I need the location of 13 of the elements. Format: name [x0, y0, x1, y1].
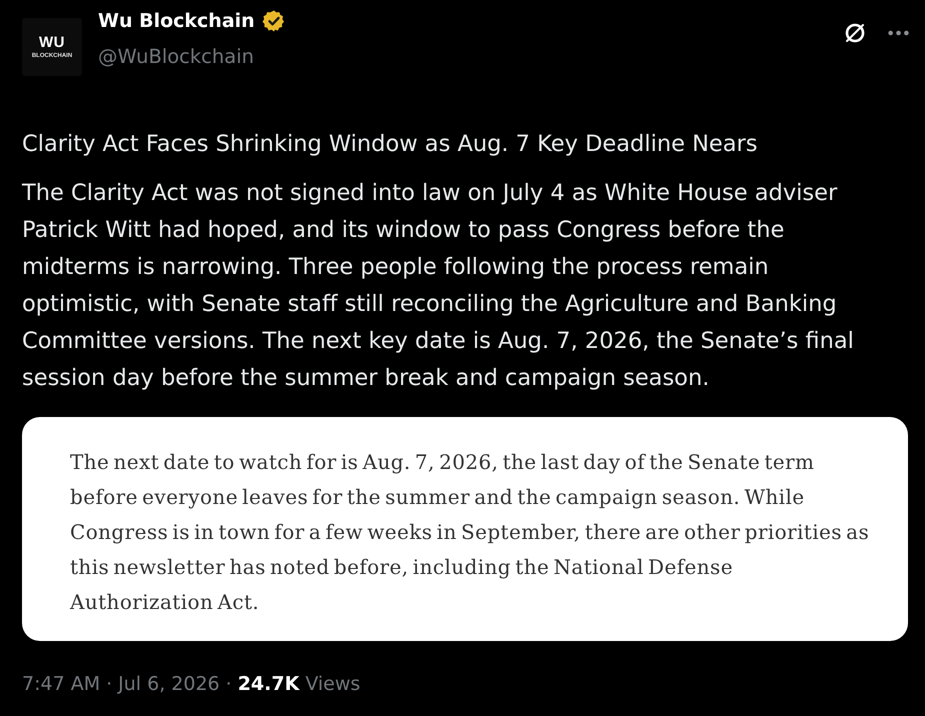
separator-dot: · [226, 672, 232, 697]
author-handle[interactable]: @WuBlockchain [98, 44, 286, 70]
post-date[interactable]: Jul 6, 2026 [118, 671, 220, 697]
logo-text: WU [39, 34, 65, 50]
views-label: Views [305, 672, 360, 697]
post-time[interactable]: 7:47 AM [22, 671, 100, 697]
separator-dot: · [106, 672, 112, 697]
more-icon[interactable] [888, 30, 909, 36]
views-count: 24.7K [238, 672, 300, 697]
post-text: The Clarity Act was not signed into law on July 4 as White House adviser Patrick Witt had hoped, and its window to pass Congress before the midterms is narrowing. Three people following the process remain optimistic, with Senate staff still reconciling the Agriculture and Banking Committee versions. The next key date is Aug. 7, 2026, the Senate’s final session day before the summer break and campaign season. [22, 179, 855, 393]
post-title: Clarity Act Faces Shrinking Window as Aug. 7 Key Deadline Nears [22, 130, 759, 159]
author-name[interactable]: Wu Blockchain [98, 10, 255, 32]
quote-text: The next date to watch for is Aug. 7, 2026, the last day of the Senate term before everyone leaves for the summer and the campaign season. While Congress is in town for a few weeks in September, there are other priorities as this newsletter has noted before, including the National Defense Authorization Act. [70, 449, 870, 616]
